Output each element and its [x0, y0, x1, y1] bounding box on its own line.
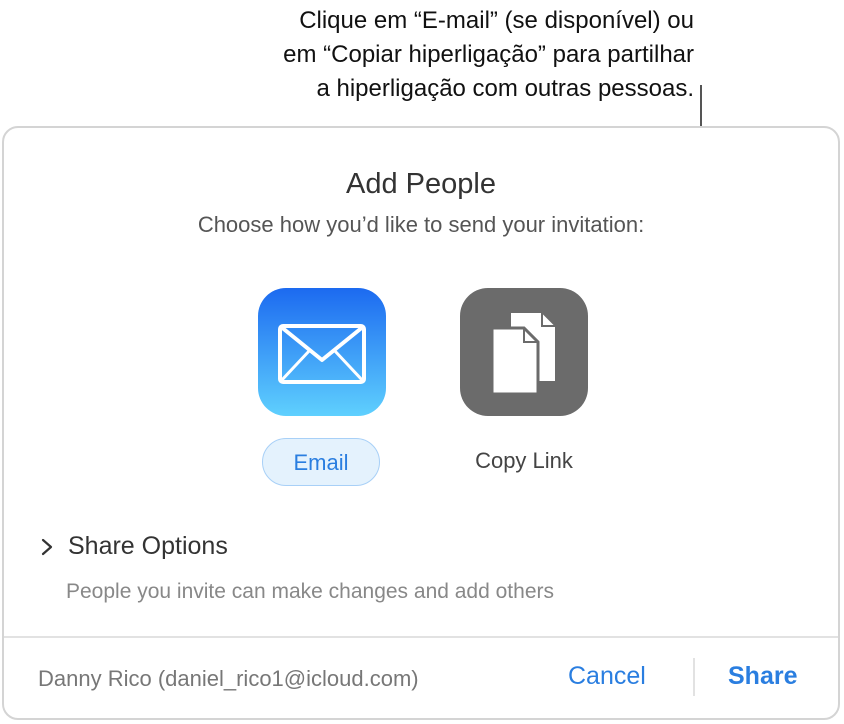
callout-annotation: Clique em “E-mail” (se disponível) ou em… [283, 4, 694, 106]
share-button[interactable]: Share [728, 662, 797, 691]
account-info: Danny Rico (daniel_rico1@icloud.com) [38, 666, 419, 691]
share-options-description: People you invite can make changes and a… [66, 580, 554, 603]
copy-link-option-tile[interactable] [460, 288, 588, 416]
callout-line: a hiperligação com outras pessoas. [316, 75, 694, 102]
share-options-disclosure[interactable]: Share Options [38, 532, 228, 561]
dialog-subtitle: Choose how you’d like to send your invit… [197, 212, 645, 237]
button-separator [693, 658, 695, 696]
callout-line: Clique em “E-mail” (se disponível) ou [299, 7, 694, 34]
envelope-icon [278, 324, 366, 384]
share-options-label: Share Options [68, 532, 228, 560]
footer-divider [4, 636, 838, 638]
copy-link-option-label[interactable]: Copy Link [444, 448, 604, 474]
cancel-button[interactable]: Cancel [568, 662, 646, 691]
copy-documents-icon [490, 311, 557, 396]
add-people-dialog: Add People Choose how you’d like to send… [2, 126, 840, 720]
dialog-title: Add People [346, 168, 496, 200]
email-option-tile[interactable] [258, 288, 386, 416]
callout-line: em “Copiar hiperligação” para partilhar [283, 41, 694, 68]
chevron-right-icon [41, 538, 53, 555]
email-option-label[interactable]: Email [262, 438, 380, 486]
